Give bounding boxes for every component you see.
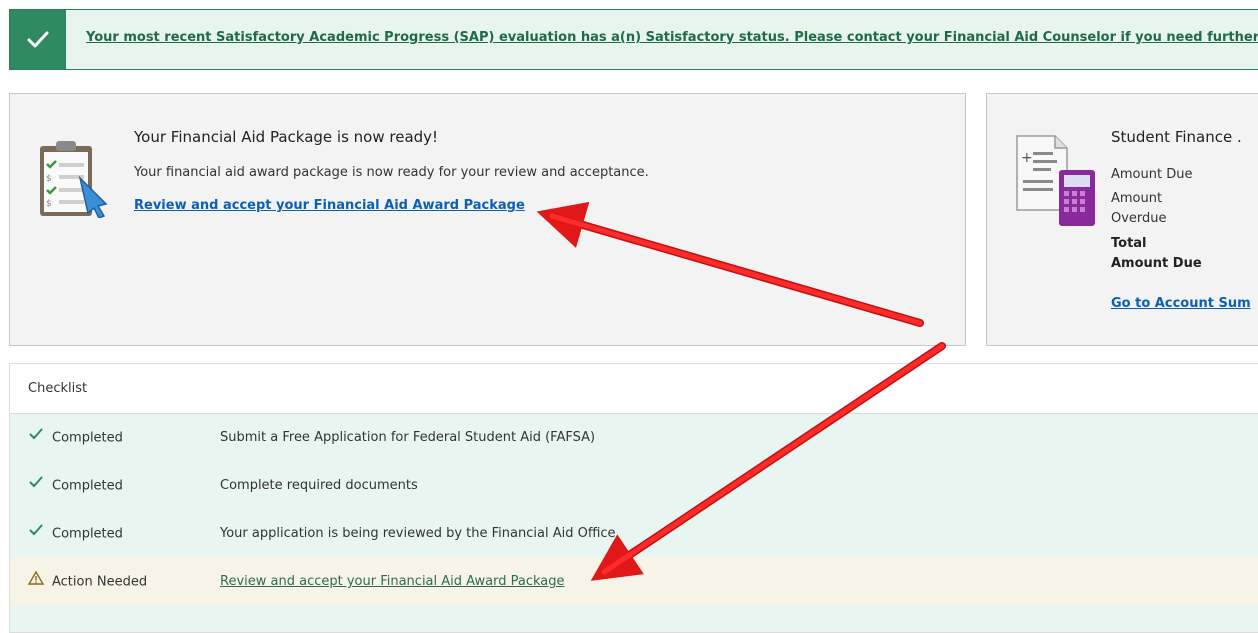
card-title: Student Finance .: [1111, 128, 1242, 146]
invoice-calculator-icon: +: [1009, 132, 1099, 228]
svg-text:$: $: [46, 174, 52, 184]
checklist-panel: Checklist Completed Submit a Free Applic…: [9, 363, 1258, 633]
sap-status-link[interactable]: Your most recent Satisfactory Academic P…: [86, 30, 1258, 45]
amount-due-label: Amount Due: [1111, 167, 1193, 182]
review-award-package-link[interactable]: Review and accept your Financial Aid Awa…: [134, 198, 525, 213]
student-finance-card: + Student Finance . Amount Due Amount Ov…: [986, 93, 1258, 346]
amount-overdue-label-1: Amount: [1111, 191, 1163, 206]
check-icon: [28, 414, 46, 462]
check-icon: [28, 510, 46, 558]
check-icon: [10, 10, 66, 69]
status-label: Completed: [52, 430, 123, 446]
checklist-row-action-needed: Action Needed Review and accept your Fin…: [10, 558, 1258, 606]
checklist-item-description: Submit a Free Application for Federal St…: [220, 430, 596, 445]
checklist-row: Completed Submit a Free Application for …: [10, 414, 1258, 462]
checklist-row: Completed Complete required documents: [10, 462, 1258, 510]
total-amount-due-label-1: Total: [1111, 236, 1147, 251]
status-label: Completed: [52, 526, 123, 542]
total-amount-due-label-2: Amount Due: [1111, 256, 1202, 271]
warning-icon: [27, 558, 46, 606]
checklist-item-description: Your application is being reviewed by th…: [220, 526, 616, 541]
account-summary-link[interactable]: Go to Account Sum: [1111, 296, 1251, 311]
status-label: Action Needed: [52, 574, 148, 590]
svg-text:$: $: [46, 199, 52, 209]
amount-overdue-label-2: Overdue: [1111, 211, 1167, 226]
card-description: Your financial aid award package is now …: [134, 165, 649, 180]
review-award-package-checklist-link[interactable]: Review and accept your Financial Aid Awa…: [220, 558, 565, 606]
status-label: Completed: [52, 478, 123, 494]
checklist-row-partial: [10, 606, 1258, 632]
clipboard-checklist-icon: $ $: [34, 138, 110, 219]
checklist-item-description: Complete required documents: [220, 478, 418, 493]
financial-aid-package-card: $ $ Your Financial Aid Package is now re…: [9, 93, 966, 346]
check-icon: [28, 462, 46, 510]
checklist-row: Completed Your application is being revi…: [10, 510, 1258, 558]
sap-status-banner: Your most recent Satisfactory Academic P…: [9, 9, 1258, 70]
svg-text:+: +: [1021, 150, 1033, 166]
checklist-header: Checklist: [10, 364, 1258, 414]
card-title: Your Financial Aid Package is now ready!: [134, 128, 439, 146]
